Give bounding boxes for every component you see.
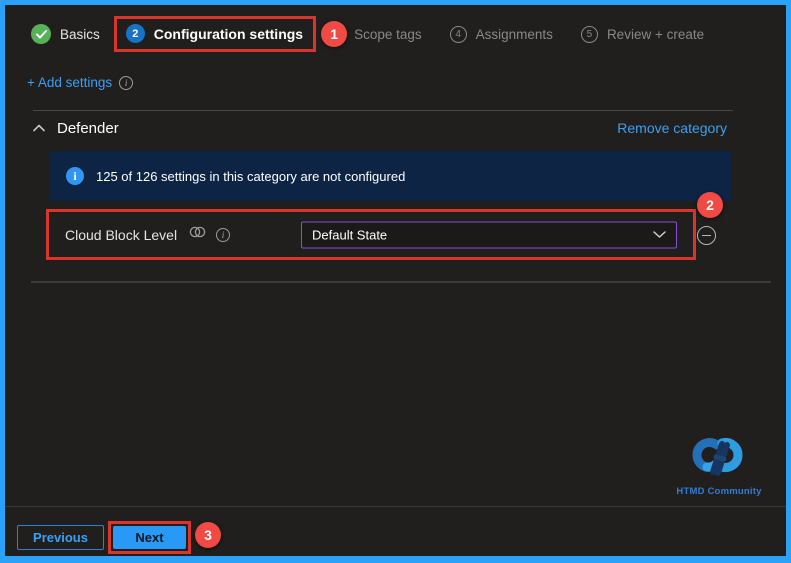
tab-scope-tags[interactable]: Scope tags <box>354 27 422 42</box>
htmd-logo-icon <box>692 438 743 476</box>
remove-setting-icon[interactable] <box>697 226 716 245</box>
cloud-block-level-dropdown[interactable]: Default State <box>301 221 677 248</box>
dropdown-selected-value: Default State <box>312 227 388 242</box>
step-4-number-badge: 4 <box>449 25 467 43</box>
add-settings-label: + Add settings <box>27 75 113 90</box>
applicability-icon[interactable] <box>189 225 206 244</box>
tab-scope-tags-label: Scope tags <box>354 26 422 42</box>
check-icon <box>31 24 51 44</box>
next-button-annotation-box: Next <box>108 521 191 554</box>
category-name: Defender <box>57 119 119 137</box>
tab-configuration-settings-label: Configuration settings <box>153 25 304 42</box>
tab-basics[interactable]: Basics <box>31 24 100 44</box>
previous-button[interactable]: Previous <box>17 525 104 550</box>
chevron-up-icon[interactable] <box>33 119 45 137</box>
add-settings-link[interactable]: + Add settings i <box>27 75 134 90</box>
annotation-marker-3: 3 <box>195 522 221 548</box>
info-banner-icon: i <box>66 167 84 185</box>
step-5-number-badge: 5 <box>580 25 598 43</box>
setting-info-icon[interactable]: i <box>216 227 231 242</box>
info-banner-message: 125 of 126 settings in this category are… <box>96 168 406 184</box>
chevron-down-icon <box>653 226 666 244</box>
annotation-marker-1: 1 <box>321 21 348 47</box>
brand-block: HTMD Community <box>671 437 767 497</box>
tab-review-create-label: Review + create <box>606 26 705 42</box>
setting-row-cloud-block-level: Cloud Block Level i Default State <box>46 209 696 260</box>
info-icon[interactable]: i <box>119 75 134 90</box>
category-header: Defender Remove category <box>33 119 727 137</box>
tab-configuration-settings[interactable]: 2 Configuration settings <box>113 16 317 52</box>
tab-review-create[interactable]: 5 Review + create <box>580 25 705 43</box>
brand-name: HTMD Community <box>676 486 762 497</box>
tab-basics-label: Basics <box>60 26 100 42</box>
info-banner: i 125 of 126 settings in this category a… <box>49 151 731 201</box>
divider <box>33 110 733 111</box>
wizard-window: Basics 2 Configuration settings 1 Scope … <box>0 0 791 563</box>
wizard-step-tabs: Basics 2 Configuration settings 1 Scope … <box>31 15 704 53</box>
setting-label: Cloud Block Level <box>65 226 178 243</box>
tab-assignments[interactable]: 4 Assignments <box>449 25 553 43</box>
annotation-marker-2: 2 <box>697 192 723 218</box>
footer-divider <box>5 506 786 507</box>
next-button[interactable]: Next <box>113 526 186 549</box>
tab-assignments-label: Assignments <box>475 26 553 42</box>
remove-category-link[interactable]: Remove category <box>617 120 727 136</box>
divider <box>31 281 771 283</box>
step-2-number-badge: 2 <box>125 24 145 43</box>
